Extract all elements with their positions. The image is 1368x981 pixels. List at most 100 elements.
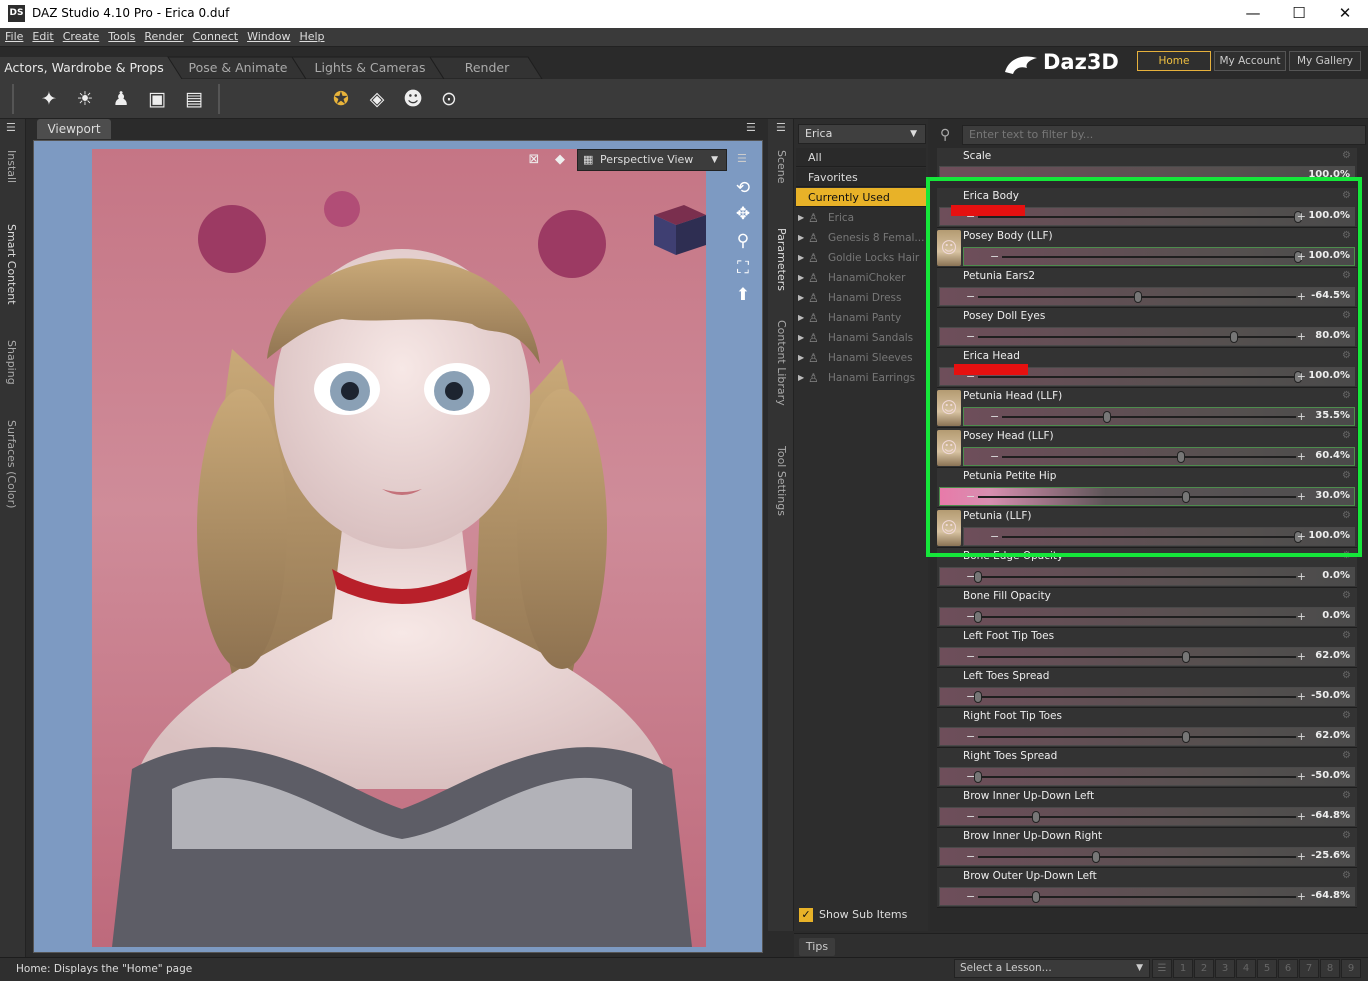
view-selector-dropdown[interactable]: ▦ Perspective View ▼ [577,149,727,171]
tab-shaping[interactable]: Shaping [5,340,18,385]
tab-smart-content[interactable]: Smart Content [5,224,18,305]
increment-icon[interactable]: + [1297,850,1306,863]
increment-icon[interactable]: + [1297,610,1306,623]
gear-icon[interactable]: ⚙ [1342,510,1351,521]
param-slider[interactable]: − +100.0% [963,247,1355,266]
decrement-icon[interactable]: − [966,850,975,863]
decrement-icon[interactable]: − [990,250,999,263]
tab-install[interactable]: Install [5,150,18,183]
expand-arrow-icon[interactable]: ▶ [798,328,804,348]
reset-view-icon[interactable]: ⬆ [731,284,755,306]
gear-icon[interactable]: ⚙ [1342,270,1351,281]
orbit-icon[interactable]: ⟲ [731,177,755,199]
param-row[interactable]: ☺ Posey Body (LLF) ⚙ − +100.0% [937,228,1357,268]
increment-icon[interactable]: + [1297,490,1306,503]
slider-knob[interactable] [974,691,982,703]
param-row[interactable]: Brow Outer Up-Down Left ⚙ − + -64.8% [937,868,1357,908]
category-all[interactable]: All [796,148,926,167]
tab-render[interactable]: Render [444,57,530,79]
param-slider[interactable]: − +80.0% [939,327,1355,346]
show-sub-items-checkbox[interactable]: ✓ Show Sub Items [799,906,929,924]
slider-knob[interactable] [1230,331,1238,343]
camera-tool-icon[interactable]: ⊙ [436,86,462,112]
param-row[interactable]: Petunia Ears2 ⚙ − + -64.5% [937,268,1357,308]
gear-icon[interactable]: ⚙ [1342,670,1351,681]
tab-surfaces-color[interactable]: Surfaces (Color) [5,420,18,508]
node-item[interactable]: ▶ ♙ Hanami Sleeves [796,348,926,368]
menu-tools[interactable]: Tools [103,28,139,43]
new-light-icon[interactable]: ☀ [72,86,98,112]
decrement-icon[interactable]: − [990,410,999,423]
figure-group-icon[interactable]: ♟ [108,86,134,112]
decrement-icon[interactable]: − [966,890,975,903]
viewport-options-icon[interactable]: ☰ [737,153,751,165]
increment-icon[interactable]: + [1297,810,1306,823]
gear-icon[interactable]: ⚙ [1342,190,1351,201]
category-currently-used[interactable]: Currently Used [796,188,926,207]
param-slider[interactable]: − +0.0% [939,567,1355,586]
increment-icon[interactable]: + [1297,690,1306,703]
lesson-page-button[interactable]: 7 [1299,959,1319,978]
menu-help[interactable]: Help [294,28,328,43]
param-slider[interactable]: − +0.0% [939,607,1355,626]
param-row[interactable]: Left Foot Tip Toes ⚙ − +62.0% [937,628,1357,668]
expand-arrow-icon[interactable]: ▶ [798,348,804,368]
decrement-icon[interactable]: − [966,330,975,343]
close-button[interactable]: ✕ [1330,4,1360,24]
decrement-icon[interactable]: − [966,730,975,743]
lesson-page-button[interactable]: 1 [1173,959,1193,978]
param-row[interactable]: Left Toes Spread ⚙ − + -50.0% [937,668,1357,708]
param-slider[interactable]: − +30.0% [939,487,1355,506]
universal-tool-icon[interactable]: ✪ [328,86,354,112]
slider-knob[interactable] [1103,411,1112,423]
lesson-page-button[interactable]: 3 [1215,959,1235,978]
increment-icon[interactable]: + [1297,330,1306,343]
increment-icon[interactable]: + [1297,730,1306,743]
node-selector-dropdown[interactable]: Erica ▼ [798,124,926,144]
node-item[interactable]: ▶ ♙ Hanami Panty [796,308,926,328]
node-item[interactable]: ▶ ♙ Hanami Dress [796,288,926,308]
param-row[interactable]: Right Foot Tip Toes ⚙ − +62.0% [937,708,1357,748]
slider-knob[interactable] [974,571,982,583]
param-slider[interactable]: − + -64.8% [939,887,1355,906]
decrement-icon[interactable]: − [966,810,975,823]
slider-knob[interactable] [1182,491,1190,503]
lesson-page-button[interactable]: 6 [1278,959,1298,978]
increment-icon[interactable]: + [1297,770,1306,783]
expand-arrow-icon[interactable]: ▶ [798,248,804,268]
param-row[interactable]: ☺ Petunia (LLF) ⚙ − +100.0% [937,508,1357,548]
frame-icon[interactable]: ⛶ [731,257,755,279]
slider-knob[interactable] [1182,731,1190,743]
tab-scene[interactable]: Scene [775,150,788,184]
decrement-icon[interactable]: − [966,650,975,663]
gear-icon[interactable]: ⚙ [1342,430,1351,441]
node-item[interactable]: ▶ ♙ Genesis 8 Femal... [796,228,926,248]
decrement-icon[interactable]: − [966,490,975,503]
param-row[interactable]: Right Toes Spread ⚙ − + -50.0% [937,748,1357,788]
gear-icon[interactable]: ⚙ [1342,470,1351,481]
pane-menu-icon[interactable]: ☰ [6,122,20,134]
increment-icon[interactable]: + [1297,410,1306,423]
pane-menu-icon-2[interactable]: ☰ [776,122,790,134]
gear-icon[interactable]: ⚙ [1342,150,1351,161]
lesson-page-button[interactable]: 8 [1320,959,1340,978]
increment-icon[interactable]: + [1297,450,1306,463]
viewport[interactable] [33,140,763,953]
gear-icon[interactable]: ⚙ [1342,710,1351,721]
menu-edit[interactable]: Edit [27,28,57,43]
slider-knob[interactable] [974,771,982,783]
param-row[interactable]: Bone Edge Opacity ⚙ − +0.0% [937,548,1357,588]
lesson-page-button[interactable]: 4 [1236,959,1256,978]
param-row[interactable]: ☺ Petunia Head (LLF) ⚙ − +35.5% [937,388,1357,428]
view-cube-icon[interactable] [648,201,708,257]
tab-content-library[interactable]: Content Library [775,320,788,406]
filter-input[interactable]: Enter text to filter by... [962,125,1366,145]
param-slider[interactable]: − +62.0% [939,647,1355,666]
category-favorites[interactable]: Favorites [796,168,926,187]
param-row[interactable]: Bone Fill Opacity ⚙ − +0.0% [937,588,1357,628]
param-slider[interactable]: − +62.0% [939,727,1355,746]
node-item[interactable]: ▶ ♙ Goldie Locks Hair [796,248,926,268]
node-item[interactable]: ▶ ♙ Hanami Sandals [796,328,926,348]
increment-icon[interactable]: + [1297,650,1306,663]
menu-render[interactable]: Render [139,28,187,43]
